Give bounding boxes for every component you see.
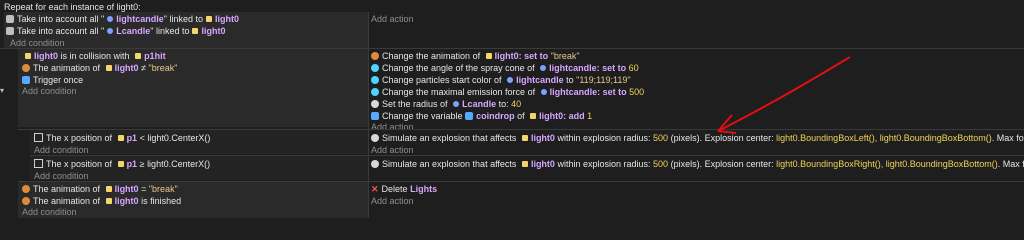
delete-icon: ✕ — [371, 184, 379, 194]
object-icon — [117, 161, 124, 167]
condition-animation-not-break[interactable]: The animation of light0 ≠ "break" — [22, 62, 177, 74]
action-simulate-explosion-right[interactable]: Simulate an explosion that affects light… — [371, 158, 1024, 170]
object-icon — [105, 198, 112, 204]
particle-object-icon — [540, 65, 547, 71]
animation-icon — [371, 52, 379, 60]
action-delete-lights[interactable]: ✕ Delete Lights — [371, 183, 437, 195]
object-icon — [485, 53, 492, 59]
particles-icon — [371, 76, 379, 84]
animation-icon — [22, 64, 30, 72]
object-icon — [205, 16, 212, 22]
foreach-condition-row-1[interactable]: Take into account all " lightcandle" link… — [6, 13, 239, 25]
explosion-icon — [371, 160, 379, 168]
animation-icon — [22, 197, 30, 205]
condition-x-position-greater-equal[interactable]: The x position of p1 ≥ light0.CenterX() — [34, 158, 210, 170]
checkbox-icon[interactable] — [34, 133, 43, 142]
condition-animation-equals-break[interactable]: The animation of light0 = "break" — [22, 183, 178, 195]
annotation-arrow — [717, 56, 851, 134]
animation-icon — [22, 185, 30, 193]
object-icon — [521, 135, 528, 141]
particles-icon — [371, 64, 379, 72]
object-icon — [117, 135, 124, 141]
particles-icon — [371, 88, 379, 96]
variable-icon — [465, 112, 474, 120]
object-icon — [521, 161, 528, 167]
object-icon — [105, 65, 112, 71]
variable-icon — [371, 112, 379, 120]
light-object-icon — [107, 28, 114, 34]
add-condition-link[interactable]: Add condition — [22, 85, 77, 97]
add-action-link[interactable]: Add action — [371, 195, 414, 207]
link-icon — [6, 15, 14, 23]
object-icon — [25, 53, 31, 59]
object-icon — [105, 186, 112, 192]
explosion-icon — [371, 134, 379, 142]
collapse-arrow-icon[interactable]: ▾ — [0, 86, 4, 95]
action-set-radius[interactable]: Set the radius of Lcandle to: 40 — [371, 98, 521, 110]
add-condition-link[interactable]: Add condition — [22, 206, 77, 218]
link-icon — [6, 27, 14, 35]
light-icon — [371, 100, 379, 108]
column-divider — [368, 12, 369, 218]
particle-object-icon — [107, 16, 114, 22]
action-simulate-explosion-left[interactable]: Simulate an explosion that affects light… — [371, 132, 1024, 144]
condition-collision[interactable]: light0 is in collision with p1hit — [22, 50, 166, 62]
arrow-stroke — [717, 56, 851, 132]
object-icon — [135, 53, 142, 59]
action-emission-force[interactable]: Change the maximal emission force of lig… — [371, 86, 644, 98]
add-action-link[interactable]: Add action — [371, 13, 414, 25]
foreach-condition-row-2[interactable]: Take into account all " Lcandle" linked t… — [6, 25, 225, 37]
action-spray-cone[interactable]: Change the angle of the spray cone of li… — [371, 62, 639, 74]
object-icon — [192, 28, 199, 34]
particle-object-icon — [507, 77, 514, 83]
condition-x-position-less[interactable]: The x position of p1 < light0.CenterX() — [34, 132, 210, 144]
checkbox-icon[interactable] — [34, 159, 43, 168]
action-start-color[interactable]: Change particles start color of lightcan… — [371, 74, 631, 86]
action-change-animation[interactable]: Change the animation of light0: set to "… — [371, 50, 580, 62]
object-icon — [530, 113, 537, 119]
light-object-icon — [453, 101, 460, 107]
trigger-once-icon — [22, 76, 30, 84]
particle-object-icon — [540, 89, 547, 95]
